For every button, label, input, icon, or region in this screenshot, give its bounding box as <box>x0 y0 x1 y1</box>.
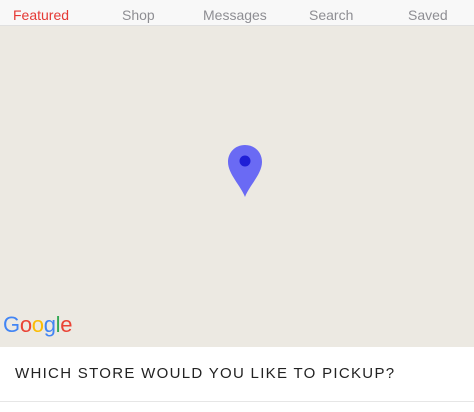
tab-saved[interactable]: Saved <box>408 0 448 26</box>
google-logo-letter: G <box>3 312 20 337</box>
store-picker-footer: WHICH STORE WOULD YOU LIKE TO PICKUP? <box>0 347 474 402</box>
store-map[interactable]: Google <box>0 26 474 347</box>
tab-bar: Featured Shop Messages Search Saved <box>0 0 474 26</box>
google-logo-letter: o <box>19 312 32 337</box>
store-pickup-prompt: WHICH STORE WOULD YOU LIKE TO PICKUP? <box>15 365 396 382</box>
tab-search[interactable]: Search <box>309 0 353 26</box>
google-logo-letter: o <box>31 312 44 337</box>
map-pin-icon[interactable] <box>226 144 264 198</box>
map-pin-body <box>228 145 262 197</box>
tab-messages[interactable]: Messages <box>203 0 267 26</box>
google-logo: Google <box>3 312 72 338</box>
map-pin-center-dot <box>239 155 251 167</box>
tab-featured[interactable]: Featured <box>13 0 69 26</box>
google-logo-letter: g <box>43 312 56 337</box>
google-logo-letter: e <box>60 312 73 337</box>
tab-shop[interactable]: Shop <box>122 0 155 26</box>
